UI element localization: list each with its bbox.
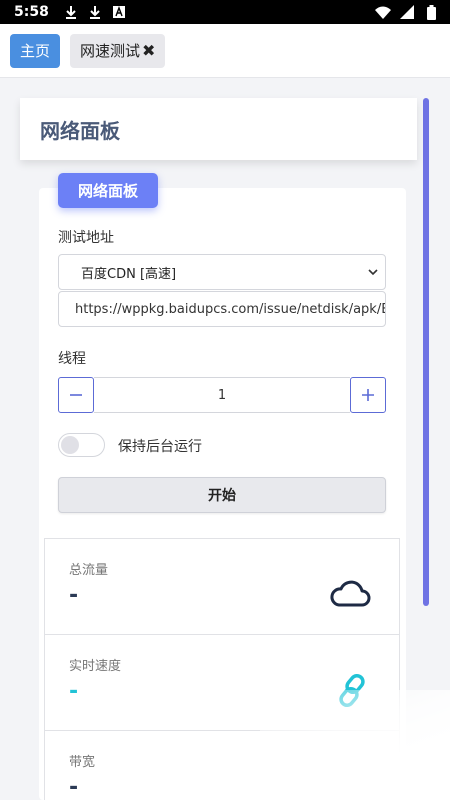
decrement-button[interactable] xyxy=(58,377,94,413)
tab-home-label: 主页 xyxy=(20,42,51,60)
chevron-down-icon xyxy=(368,269,378,276)
tab-speed-test[interactable]: 网速测试 ✖ xyxy=(70,33,166,68)
panel-header: 网络面板 xyxy=(20,98,417,160)
a-box-icon xyxy=(111,4,127,20)
url-input-value: https://wppkg.baidupcs.com/issue/netdisk… xyxy=(75,301,385,317)
background-toggle-label: 保持后台运行 xyxy=(118,439,202,455)
bottom-fade-overlay xyxy=(260,690,450,800)
wifi-icon xyxy=(374,4,392,20)
status-bar: 5:58 xyxy=(0,0,450,24)
start-button[interactable]: 开始 xyxy=(58,477,386,513)
stat-value: - xyxy=(69,679,79,704)
stat-label: 实时速度 xyxy=(69,659,122,674)
tab-home[interactable]: 主页 xyxy=(10,33,61,68)
signal-icon xyxy=(398,4,416,20)
stat-label: 带宽 xyxy=(69,755,96,770)
increment-button[interactable] xyxy=(350,377,386,413)
scrollbar[interactable] xyxy=(423,98,429,606)
background-toggle[interactable] xyxy=(58,433,105,457)
tab-speed-test-label: 网速测试 xyxy=(80,42,141,60)
download-icon xyxy=(63,4,79,20)
toggle-knob xyxy=(61,436,79,454)
close-icon[interactable]: ✖ xyxy=(142,41,155,60)
status-time: 5:58 xyxy=(14,4,49,20)
stat-value: - xyxy=(69,775,79,800)
cloud-icon xyxy=(330,580,371,607)
stat-value: - xyxy=(69,583,79,608)
server-select[interactable]: 百度CDN [高速] xyxy=(58,254,386,290)
threads-label: 线程 xyxy=(58,351,86,367)
download-icon xyxy=(87,4,103,20)
threads-stepper: 1 xyxy=(58,377,386,413)
plus-icon xyxy=(362,389,374,401)
threads-value[interactable]: 1 xyxy=(94,377,350,413)
page-title: 网络面板 xyxy=(40,118,120,143)
minus-icon xyxy=(70,394,82,396)
stat-label: 总流量 xyxy=(69,563,109,578)
tab-bar: 主页 网速测试 ✖ xyxy=(0,24,450,78)
server-select-value: 百度CDN [高速] xyxy=(81,266,177,282)
stat-total-traffic: 总流量 - xyxy=(44,538,400,636)
panel-badge: 网络面板 xyxy=(58,173,158,208)
battery-icon xyxy=(422,4,440,20)
url-input[interactable]: https://wppkg.baidupcs.com/issue/netdisk… xyxy=(58,291,386,327)
address-label: 测试地址 xyxy=(58,230,114,246)
